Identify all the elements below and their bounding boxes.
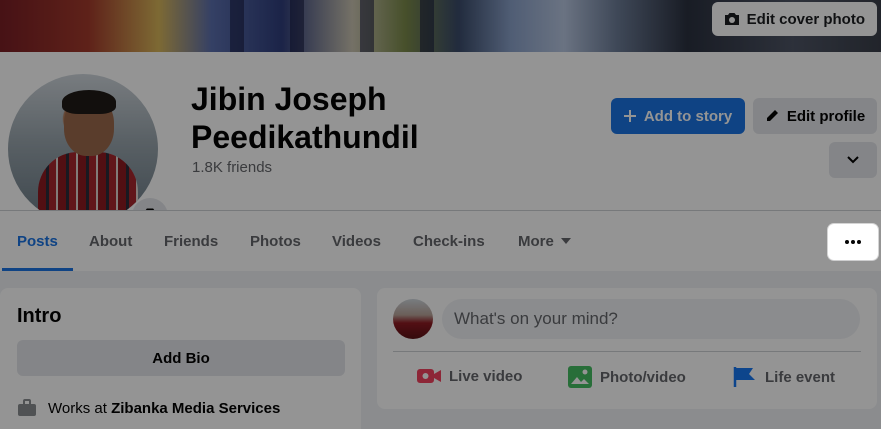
live-video-label: Live video	[449, 367, 523, 385]
intro-card: Intro Add Bio Works at Zibanka Media Ser…	[0, 288, 361, 429]
photo-icon	[568, 366, 592, 388]
tab-label: Posts	[17, 232, 58, 250]
cover-detail	[360, 0, 374, 52]
photo-video-label: Photo/video	[600, 368, 686, 386]
tab-more[interactable]: More	[518, 211, 571, 271]
tab-about[interactable]: About	[89, 211, 132, 271]
tab-videos[interactable]: Videos	[332, 211, 381, 271]
profile-tabs: Posts About Friends Photos Videos Check-…	[0, 210, 881, 271]
tab-check-ins[interactable]: Check-ins	[413, 211, 485, 271]
photo-video-button[interactable]: Photo/video	[568, 366, 686, 388]
plus-icon	[623, 110, 636, 122]
add-bio-button[interactable]: Add Bio	[17, 340, 345, 376]
whats-on-your-mind-input[interactable]: What's on your mind?	[442, 299, 860, 339]
work-info: Works at Zibanka Media Services	[17, 399, 280, 417]
profile-options-dropdown-button[interactable]	[829, 142, 877, 178]
friends-count[interactable]: 1.8K friends	[192, 159, 272, 176]
chevron-down-icon	[847, 156, 859, 164]
add-to-story-button[interactable]: Add to story	[611, 98, 745, 134]
briefcase-icon	[18, 399, 36, 416]
camera-icon	[724, 13, 739, 25]
cover-detail	[290, 0, 304, 52]
live-video-icon	[417, 369, 441, 383]
active-tab-indicator	[2, 268, 73, 271]
life-event-button[interactable]: Life event	[733, 366, 835, 388]
cover-detail	[230, 0, 244, 52]
live-video-button[interactable]: Live video	[417, 366, 522, 386]
tab-label: About	[89, 232, 133, 250]
tab-friends[interactable]: Friends	[164, 211, 218, 271]
tab-label: More	[518, 232, 554, 250]
work-prefix: Works at	[48, 399, 107, 417]
more-options-button[interactable]	[828, 224, 878, 260]
edit-profile-button[interactable]: Edit profile	[753, 98, 877, 134]
cover-detail	[420, 0, 434, 52]
tab-label: Check-ins	[413, 232, 485, 250]
divider	[393, 351, 861, 352]
flag-icon	[733, 367, 755, 387]
life-event-label: Life event	[765, 368, 836, 386]
intro-title: Intro	[17, 305, 62, 327]
avatar-hair	[62, 90, 116, 114]
tab-posts[interactable]: Posts	[17, 211, 58, 271]
edit-profile-label: Edit profile	[786, 107, 866, 125]
post-composer: What's on your mind? Live video Photo/vi…	[377, 288, 877, 409]
avatar[interactable]	[393, 299, 433, 339]
tab-label: Photos	[250, 232, 301, 250]
caret-down-icon	[560, 238, 571, 244]
work-company-link[interactable]: Zibanka Media Services	[111, 400, 280, 417]
tab-label: Friends	[164, 232, 219, 250]
tab-photos[interactable]: Photos	[250, 211, 301, 271]
edit-cover-photo-label: Edit cover photo	[746, 10, 865, 28]
add-to-story-label: Add to story	[643, 107, 733, 125]
profile-name: Jibin Joseph Peedikathundil	[191, 81, 419, 155]
more-dots-icon	[844, 240, 862, 244]
pencil-icon	[766, 110, 778, 121]
tab-label: Videos	[332, 232, 381, 250]
cover-photo: Edit cover photo	[0, 0, 881, 52]
edit-cover-photo-button[interactable]: Edit cover photo	[711, 2, 877, 36]
profile-header: Jibin Joseph Peedikathundil 1.8K friends…	[0, 52, 881, 234]
